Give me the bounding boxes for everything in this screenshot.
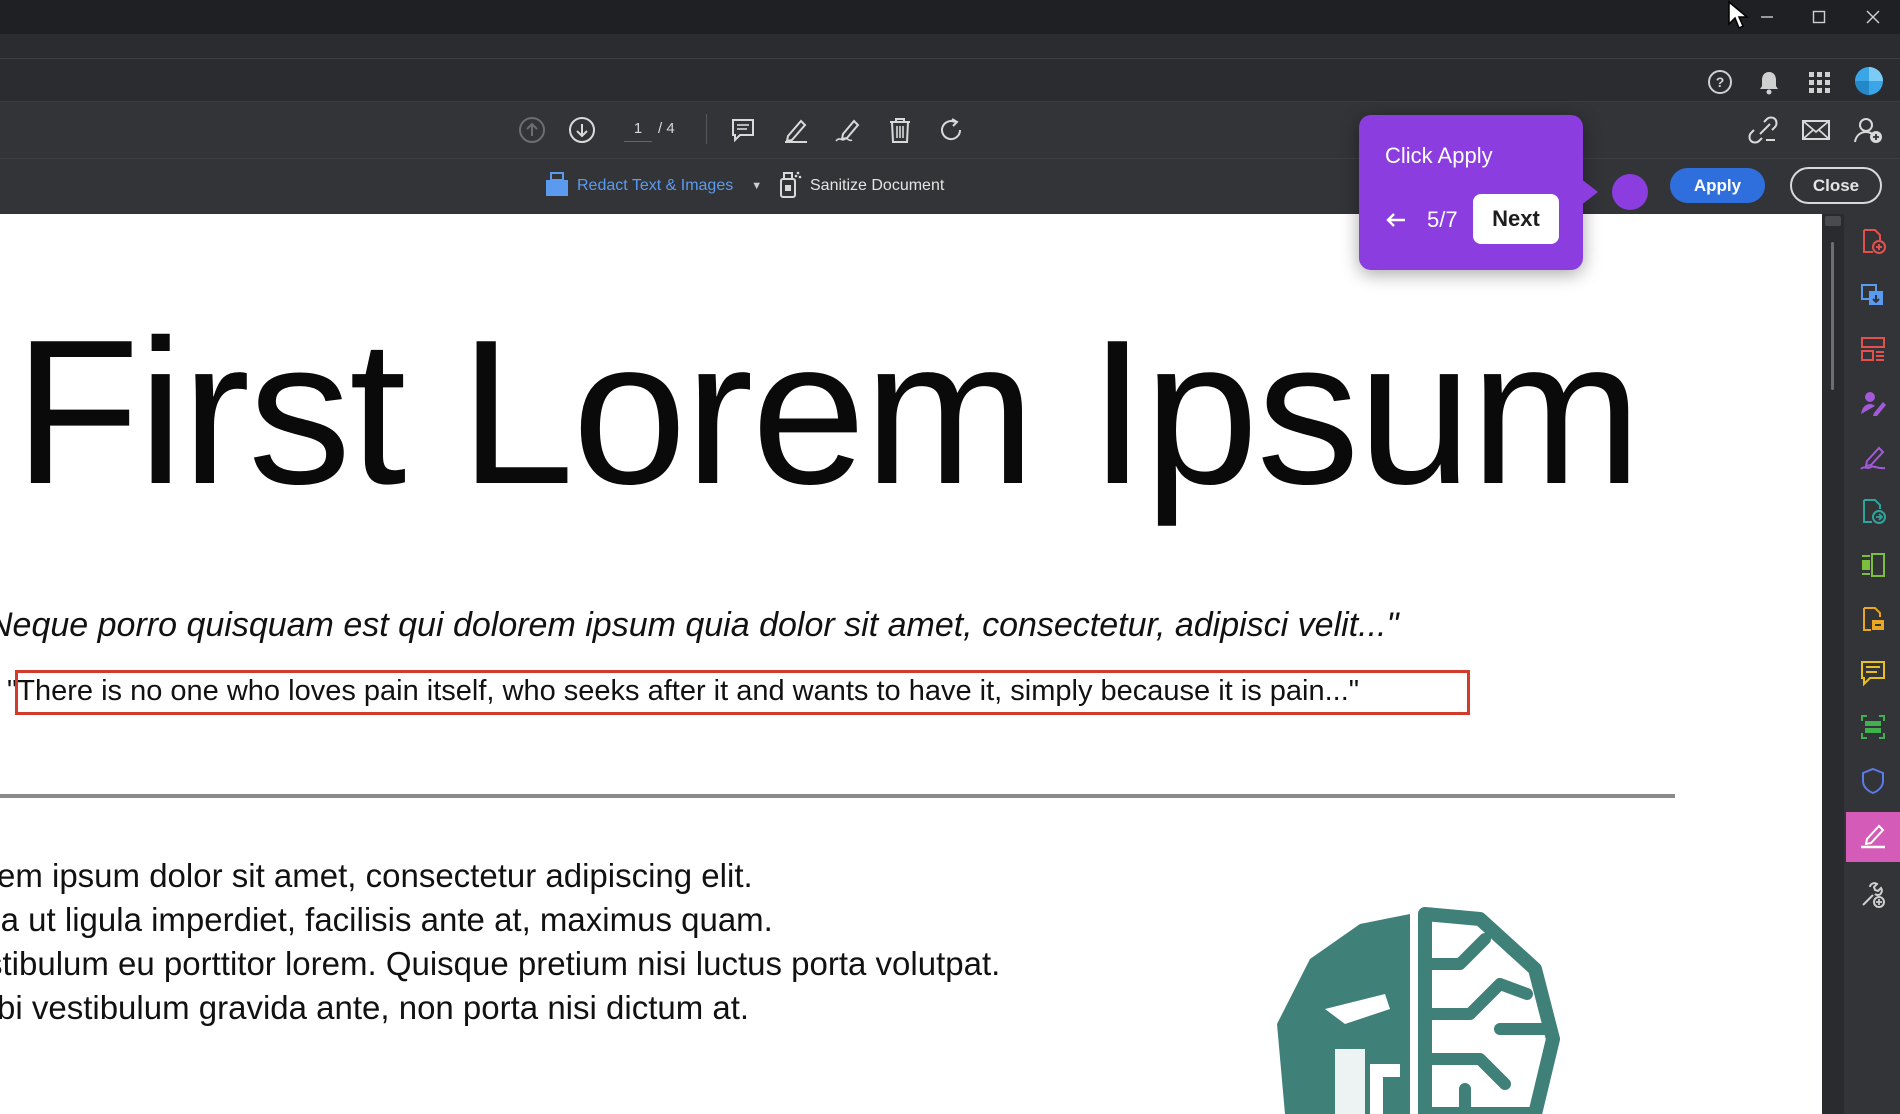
close-button[interactable]: Close [1790, 167, 1882, 204]
document-quote: Neque porro quisquam est qui dolorem ips… [0, 606, 1399, 644]
edit-pdf-icon [1859, 551, 1887, 584]
body-line: rem ipsum dolor sit amet, consectetur ad… [0, 857, 753, 894]
comment-icon[interactable] [727, 114, 759, 146]
body-line: stibulum eu porttitor lorem. Quisque pre… [0, 945, 1001, 982]
compress-icon [1859, 497, 1887, 530]
rail-compress[interactable] [1846, 488, 1900, 538]
redact-tool-icon [545, 171, 569, 202]
rail-fill-sign[interactable] [1846, 434, 1900, 484]
fill-sign-icon [1859, 443, 1887, 476]
redaction-mark[interactable] [15, 670, 1470, 715]
scrollbar-thumb[interactable] [1831, 242, 1834, 390]
sanitize-label: Sanitize Document [810, 177, 945, 194]
page-down-icon[interactable] [566, 114, 598, 146]
tour-next-button[interactable]: Next [1473, 194, 1559, 244]
tour-step-counter: 5/7 [1427, 207, 1458, 232]
comment-icon [1859, 659, 1887, 692]
body-line: rbi vestibulum gravida ante, non porta n… [0, 989, 750, 1026]
apps-grid-icon[interactable] [1803, 66, 1835, 98]
scroll-up-arrow[interactable] [1825, 216, 1841, 226]
page-total: / 4 [658, 120, 675, 137]
link-icon[interactable] [1746, 114, 1780, 146]
apply-button[interactable]: Apply [1670, 168, 1765, 203]
tour-hotspot [1612, 174, 1648, 210]
request-signature-icon [1859, 389, 1887, 422]
page-up-icon[interactable] [516, 114, 548, 146]
document-page: First Lorem Ipsum Neque porro quisquam e… [0, 214, 1822, 1114]
header-bar [0, 58, 1900, 102]
rail-protect[interactable] [1846, 758, 1900, 808]
document-body: rem ipsum dolor sit amet, consectetur ad… [0, 854, 1000, 1030]
rail-redact[interactable] [1846, 812, 1900, 862]
share-user-icon[interactable] [1851, 114, 1885, 146]
rail-export[interactable] [1846, 596, 1900, 646]
help-icon[interactable]: ? [1704, 66, 1736, 98]
rail-comment[interactable] [1846, 650, 1900, 700]
export-pdf-icon [1859, 281, 1887, 314]
menu-strip [0, 34, 1900, 58]
highlight-icon[interactable] [780, 114, 812, 146]
body-line: lla ut ligula imperdiet, facilisis ante … [0, 901, 773, 938]
email-icon[interactable] [1799, 114, 1833, 146]
export-icon [1859, 605, 1887, 638]
horizontal-rule [0, 794, 1675, 798]
page-number-input[interactable]: 1 [624, 118, 652, 142]
account-avatar-icon[interactable] [1852, 64, 1886, 98]
protect-icon [1859, 767, 1887, 800]
mouse-cursor-icon [1727, 0, 1751, 35]
delete-icon[interactable] [884, 114, 916, 146]
tour-title: Click Apply [1385, 143, 1493, 168]
document-title: First Lorem Ipsum [14, 297, 1642, 527]
maximize-icon[interactable] [1792, 0, 1846, 34]
organize-pages-icon [1859, 335, 1887, 368]
create-pdf-icon [1859, 227, 1887, 260]
close-icon[interactable] [1846, 0, 1900, 34]
rail-organize-pages[interactable] [1846, 326, 1900, 376]
rail-more-tools[interactable] [1846, 872, 1900, 922]
chevron-down-icon[interactable]: ▼ [751, 180, 762, 192]
rotate-icon[interactable] [936, 114, 968, 146]
redact-tool-label: Redact Text & Images [577, 177, 734, 194]
arrow-left-icon[interactable] [1383, 207, 1409, 233]
svg-text:?: ? [1716, 74, 1725, 90]
tour-pointer [1580, 178, 1598, 206]
scan-icon [1859, 713, 1887, 746]
window-titlebar [0, 0, 1900, 34]
sign-icon[interactable] [832, 114, 864, 146]
rail-request-signature[interactable] [1846, 380, 1900, 430]
rail-export-pdf[interactable] [1846, 272, 1900, 322]
tour-popover: Click Apply 5/7 Next [1359, 115, 1583, 270]
brain-logo-icon [1265, 899, 1565, 1114]
sanitize-document-tool[interactable]: Sanitize Document [778, 171, 944, 201]
sanitize-icon [778, 170, 802, 203]
more-tools-icon [1859, 881, 1887, 914]
bell-icon[interactable] [1753, 66, 1785, 98]
rail-edit-pdf[interactable] [1846, 542, 1900, 592]
redact-text-images-tool[interactable]: Redact Text & Images ▼ [545, 171, 762, 201]
rail-create-pdf[interactable] [1846, 218, 1900, 268]
redact-icon [1859, 821, 1887, 854]
toolbar-divider [706, 114, 707, 144]
rail-scan[interactable] [1846, 704, 1900, 754]
